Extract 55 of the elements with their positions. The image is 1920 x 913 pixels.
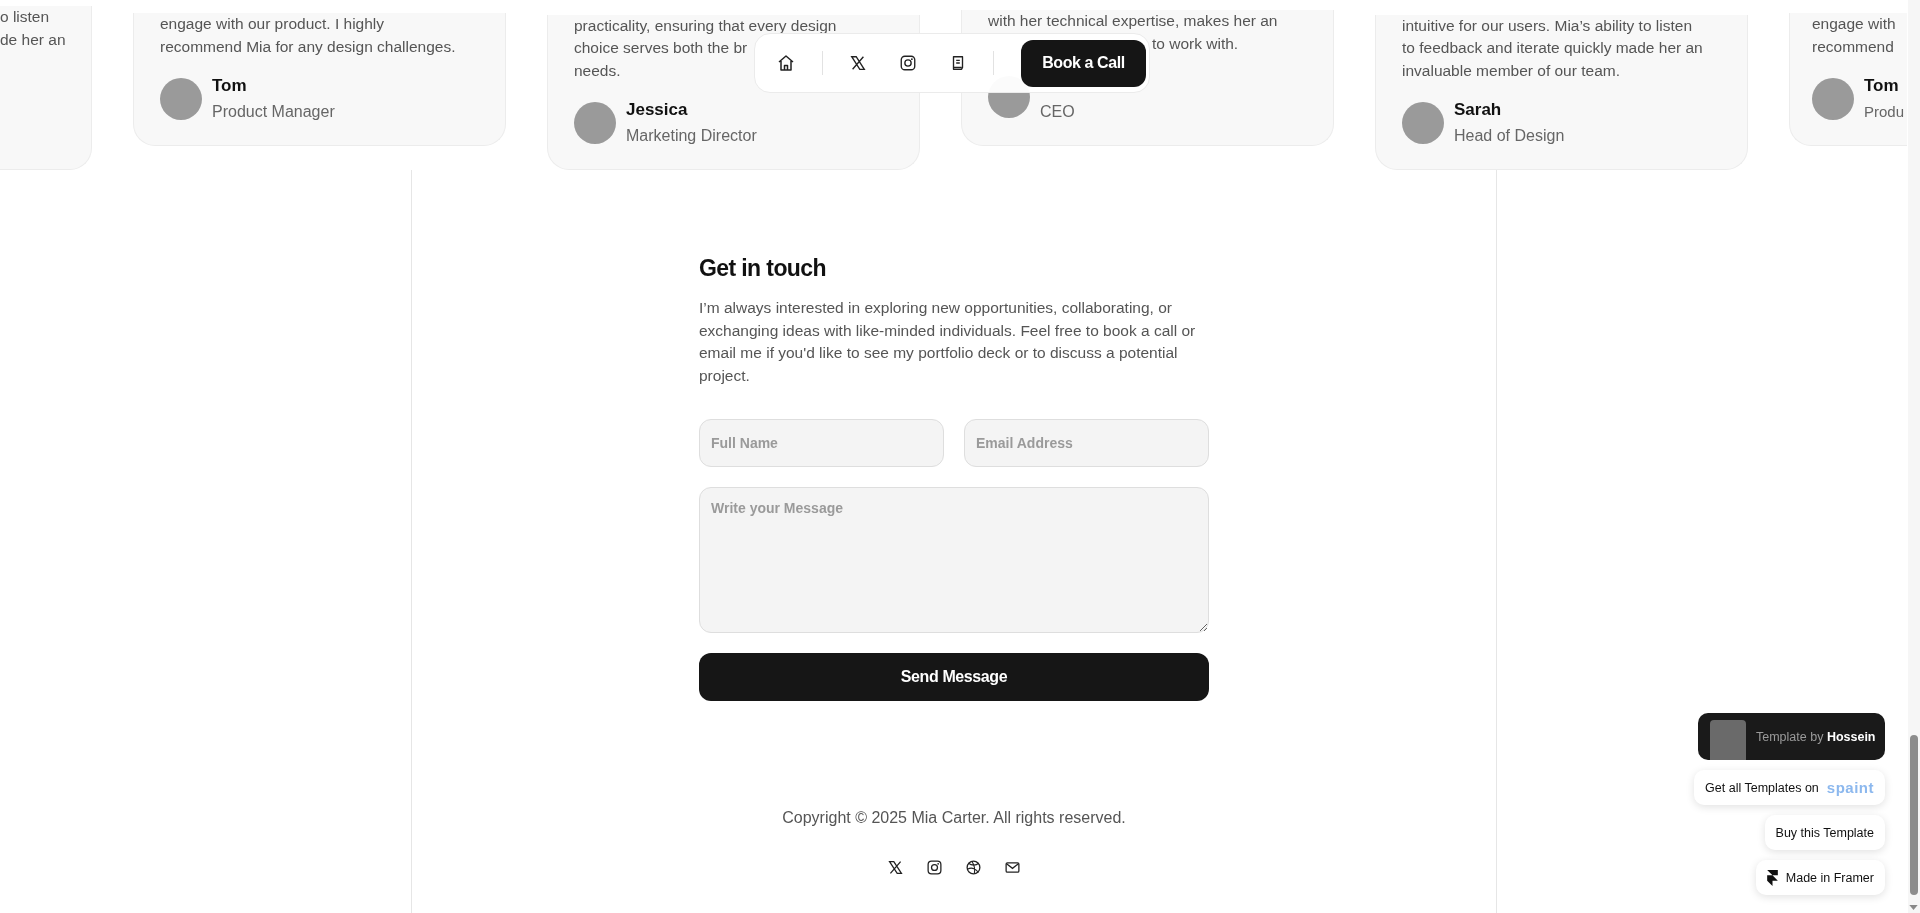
quote-line: invaluable member of our team. [1402,60,1620,81]
person-name: Tom [212,75,248,97]
avatar [160,77,202,120]
person-role: Produ [1864,102,1905,122]
intro-paragraph: I’m always interested in exploring new opportunities, collaborating, or exchanging ideas with like-minded individuals. Feel free to book a call or email me if you'd like to see my portfolio deck or to discuss a potential project. [699,298,1197,386]
quote-line: intuitive for our users. Mia’s ability to listen [1402,15,1693,36]
quote-line: practicality, ensuring that every design [574,15,837,36]
person-role: Head of Design [1454,126,1565,146]
quote-line: to feedback and iterate quickly made her an [1402,38,1703,58]
made-in-framer-text: Made in Framer [1785,870,1874,885]
scroll-down-arrow-icon[interactable] [1909,905,1918,910]
person-role: CEO [1040,102,1075,122]
basketball-icon[interactable] [965,859,982,876]
template-author-text: Template by Hossein [1756,729,1876,744]
store-logo: spaint [1826,779,1874,796]
templates-link-badge[interactable]: Get all Templates on spaint [1694,770,1885,805]
section-heading: Get in touch [699,254,827,282]
person-name: Sarah [1454,99,1503,121]
quote-line: to work with. [1152,33,1239,54]
x-logo-icon[interactable] [887,859,904,876]
home-icon[interactable] [776,53,796,73]
send-message-button[interactable]: Send Message [699,653,1209,701]
person-role: Product Manager [212,102,335,122]
quote-line: choice serves both the br [574,38,748,58]
quote-line: needs. [574,60,621,81]
mail-icon[interactable] [1004,859,1021,876]
person-name: Tom [1864,75,1900,97]
framer-logo-icon [1766,869,1778,886]
avatar [1812,77,1854,120]
quote-line: o listen [0,7,50,27]
quote-line: recommend Mia for any design challenges. [160,36,456,57]
instagram-icon[interactable] [899,54,917,72]
templates-link-text: Get all Templates on [1705,780,1819,795]
person-name: Jessica [626,99,689,121]
photo-placeholder [1710,720,1746,760]
avatar [1402,101,1444,144]
quote-line: de her an [0,29,66,50]
scrollbar[interactable] [1908,0,1920,913]
quote-line: with her technical expertise, makes her an [988,11,1278,31]
quote-line: recommend [1812,36,1894,57]
book-a-call-button[interactable]: Book a Call [1021,39,1146,87]
quote-line: engage with [1812,14,1896,34]
x-logo-icon[interactable] [849,54,867,72]
copyright-text: Copyright © 2025 Mia Carter. All rights reserved. [782,808,1126,828]
template-author-badge[interactable]: Template by Hossein [1698,713,1885,760]
made-in-framer-badge[interactable]: Made in Framer [1755,860,1885,895]
person-role: Marketing Director [626,126,757,146]
quote-line: engage with our product. I highly [160,14,385,34]
avatar [574,101,616,144]
input-field[interactable]: Email Address [964,419,1209,467]
buy-template-button[interactable]: Buy this Template [1764,815,1885,850]
instagram-icon[interactable] [926,859,943,876]
message-field[interactable]: Write your Message [699,487,1209,633]
scrollbar-thumb[interactable] [1910,735,1918,895]
input-field[interactable]: Full Name [699,419,944,467]
